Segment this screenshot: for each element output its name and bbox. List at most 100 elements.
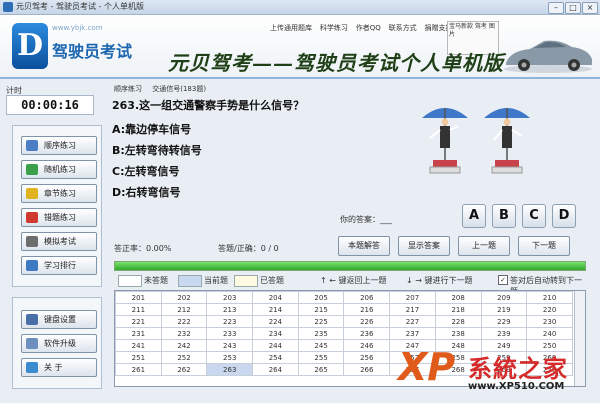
title-bar: 元贝驾考 - 驾驶员考试 - 个人单机版 – □ × (0, 0, 600, 15)
timer: 00:00:16 (6, 95, 94, 115)
grid-cell[interactable]: 262 (160, 363, 208, 376)
show-answer-button[interactable]: 显示答案 (398, 236, 450, 256)
grid-cell[interactable]: 253 (206, 351, 254, 364)
grid-cell[interactable]: 234 (252, 327, 299, 340)
grid-cell[interactable]: 219 (480, 303, 528, 316)
grid-cell[interactable]: 243 (206, 339, 254, 352)
grid-cell[interactable]: 205 (297, 291, 345, 304)
mock-exam-button[interactable]: 模拟考试 (21, 232, 97, 251)
next-question-button[interactable]: 下一题 (518, 236, 570, 256)
option-a[interactable]: A:靠边停车信号 (112, 121, 191, 137)
option-b[interactable]: B:左转弯待转信号 (112, 142, 202, 158)
grid-cell[interactable]: 222 (160, 315, 208, 328)
upgrade-icon (26, 338, 38, 349)
grid-cell[interactable]: 239 (480, 327, 528, 340)
grid-cell[interactable]: 241 (115, 339, 162, 352)
option-d[interactable]: D:右转弯信号 (112, 184, 181, 200)
grid-cell[interactable]: 266 (343, 363, 391, 376)
grid-cell[interactable]: 256 (343, 351, 391, 364)
grid-cell[interactable]: 242 (160, 339, 208, 352)
grid-cell[interactable]: 212 (160, 303, 208, 316)
answer-c-button[interactable]: C (522, 204, 546, 228)
chapter-practice-button[interactable]: 章节练习 (21, 184, 97, 203)
grid-cell[interactable]: 236 (343, 327, 391, 340)
window-title: 元贝驾考 - 驾驶员考试 - 个人单机版 (16, 2, 144, 11)
grid-cell[interactable]: 221 (115, 315, 162, 328)
grid-cell[interactable]: 224 (252, 315, 299, 328)
grid-cell[interactable]: 211 (115, 303, 162, 316)
top-link[interactable]: 科学练习 (320, 23, 348, 33)
grid-cell[interactable]: 237 (389, 327, 436, 340)
grid-cell[interactable]: 203 (206, 291, 254, 304)
grid-cell[interactable]: 232 (160, 327, 208, 340)
grid-cell[interactable]: 265 (297, 363, 345, 376)
study-ranking-button[interactable]: 学习排行 (21, 256, 97, 275)
wrong-questions-button[interactable]: 错题练习 (21, 208, 97, 227)
maximize-button[interactable]: □ (565, 2, 581, 14)
grid-cell[interactable]: 207 (389, 291, 436, 304)
grid-cell[interactable]: 244 (252, 339, 299, 352)
grid-cell[interactable]: 240 (526, 327, 573, 340)
option-c[interactable]: C:左转弯信号 (112, 163, 179, 179)
tab-category[interactable]: 交通信号(183题) (152, 85, 206, 93)
grid-cell[interactable]: 228 (434, 315, 482, 328)
grid-cell[interactable]: 245 (297, 339, 345, 352)
grid-cell[interactable]: 263 (206, 363, 254, 376)
grid-cell[interactable]: 252 (160, 351, 208, 364)
explain-button[interactable]: 本题解答 (338, 236, 390, 256)
grid-cell[interactable]: 254 (252, 351, 299, 364)
grid-cell[interactable]: 213 (206, 303, 254, 316)
tab-mode[interactable]: 顺序练习 (114, 85, 142, 93)
grid-cell[interactable]: 214 (252, 303, 299, 316)
grid-cell[interactable]: 231 (115, 327, 162, 340)
logo-subtitle: www.ybjk.com (52, 24, 103, 32)
about-button[interactable]: 关 于 (21, 358, 97, 377)
top-link[interactable]: 上传通用题库 (270, 23, 312, 33)
grid-cell[interactable]: 226 (343, 315, 391, 328)
auto-next-checkbox[interactable]: ✓ (498, 275, 508, 285)
grid-cell[interactable]: 208 (434, 291, 482, 304)
minimize-button[interactable]: – (548, 2, 564, 14)
grid-cell[interactable]: 216 (343, 303, 391, 316)
banner: D www.ybjk.com 驾驶员考试 上传通用题库 科学练习 作者QQ 联系… (0, 15, 600, 79)
grid-row: 201 202 203 204 205 206 207 208 209 210 (115, 291, 573, 304)
grid-cell[interactable]: 210 (526, 291, 573, 304)
top-link[interactable]: 联系方式 (389, 23, 417, 33)
sequential-practice-button[interactable]: 顺序练习 (21, 136, 97, 155)
grid-cell[interactable]: 264 (252, 363, 299, 376)
grid-cell[interactable]: 215 (297, 303, 345, 316)
top-link[interactable]: 作者QQ (356, 23, 381, 33)
grid-cell[interactable]: 206 (343, 291, 391, 304)
grid-cell[interactable]: 261 (115, 363, 162, 376)
grid-cell[interactable]: 246 (343, 339, 391, 352)
grid-cell[interactable]: 218 (434, 303, 482, 316)
grid-cell[interactable]: 201 (115, 291, 162, 304)
grid-cell[interactable]: 235 (297, 327, 345, 340)
grid-cell[interactable]: 229 (480, 315, 528, 328)
keyboard-settings-button[interactable]: 键盘设置 (21, 310, 97, 329)
close-button[interactable]: × (582, 2, 598, 14)
grid-row: 221 222 223 224 225 226 227 228 229 230 (115, 315, 573, 328)
grid-cell[interactable]: 233 (206, 327, 254, 340)
current-label: 当前题 (204, 276, 228, 285)
grid-cell[interactable]: 204 (252, 291, 299, 304)
grid-cell[interactable]: 251 (115, 351, 162, 364)
upgrade-button[interactable]: 软件升级 (21, 334, 97, 353)
watermark: XP 系統之家 www.XP510.COM (398, 343, 600, 403)
grid-cell[interactable]: 230 (526, 315, 573, 328)
grid-cell[interactable]: 220 (526, 303, 573, 316)
grid-cell[interactable]: 255 (297, 351, 345, 364)
answer-a-button[interactable]: A (462, 204, 486, 228)
random-practice-button[interactable]: 随机练习 (21, 160, 97, 179)
grid-cell[interactable]: 225 (297, 315, 345, 328)
flag-icon (26, 212, 38, 223)
grid-cell[interactable]: 209 (480, 291, 528, 304)
answer-b-button[interactable]: B (492, 204, 516, 228)
grid-cell[interactable]: 238 (434, 327, 482, 340)
grid-cell[interactable]: 227 (389, 315, 436, 328)
prev-question-button[interactable]: 上一题 (458, 236, 510, 256)
grid-cell[interactable]: 223 (206, 315, 254, 328)
grid-cell[interactable]: 217 (389, 303, 436, 316)
grid-cell[interactable]: 202 (160, 291, 208, 304)
answer-d-button[interactable]: D (552, 204, 576, 228)
